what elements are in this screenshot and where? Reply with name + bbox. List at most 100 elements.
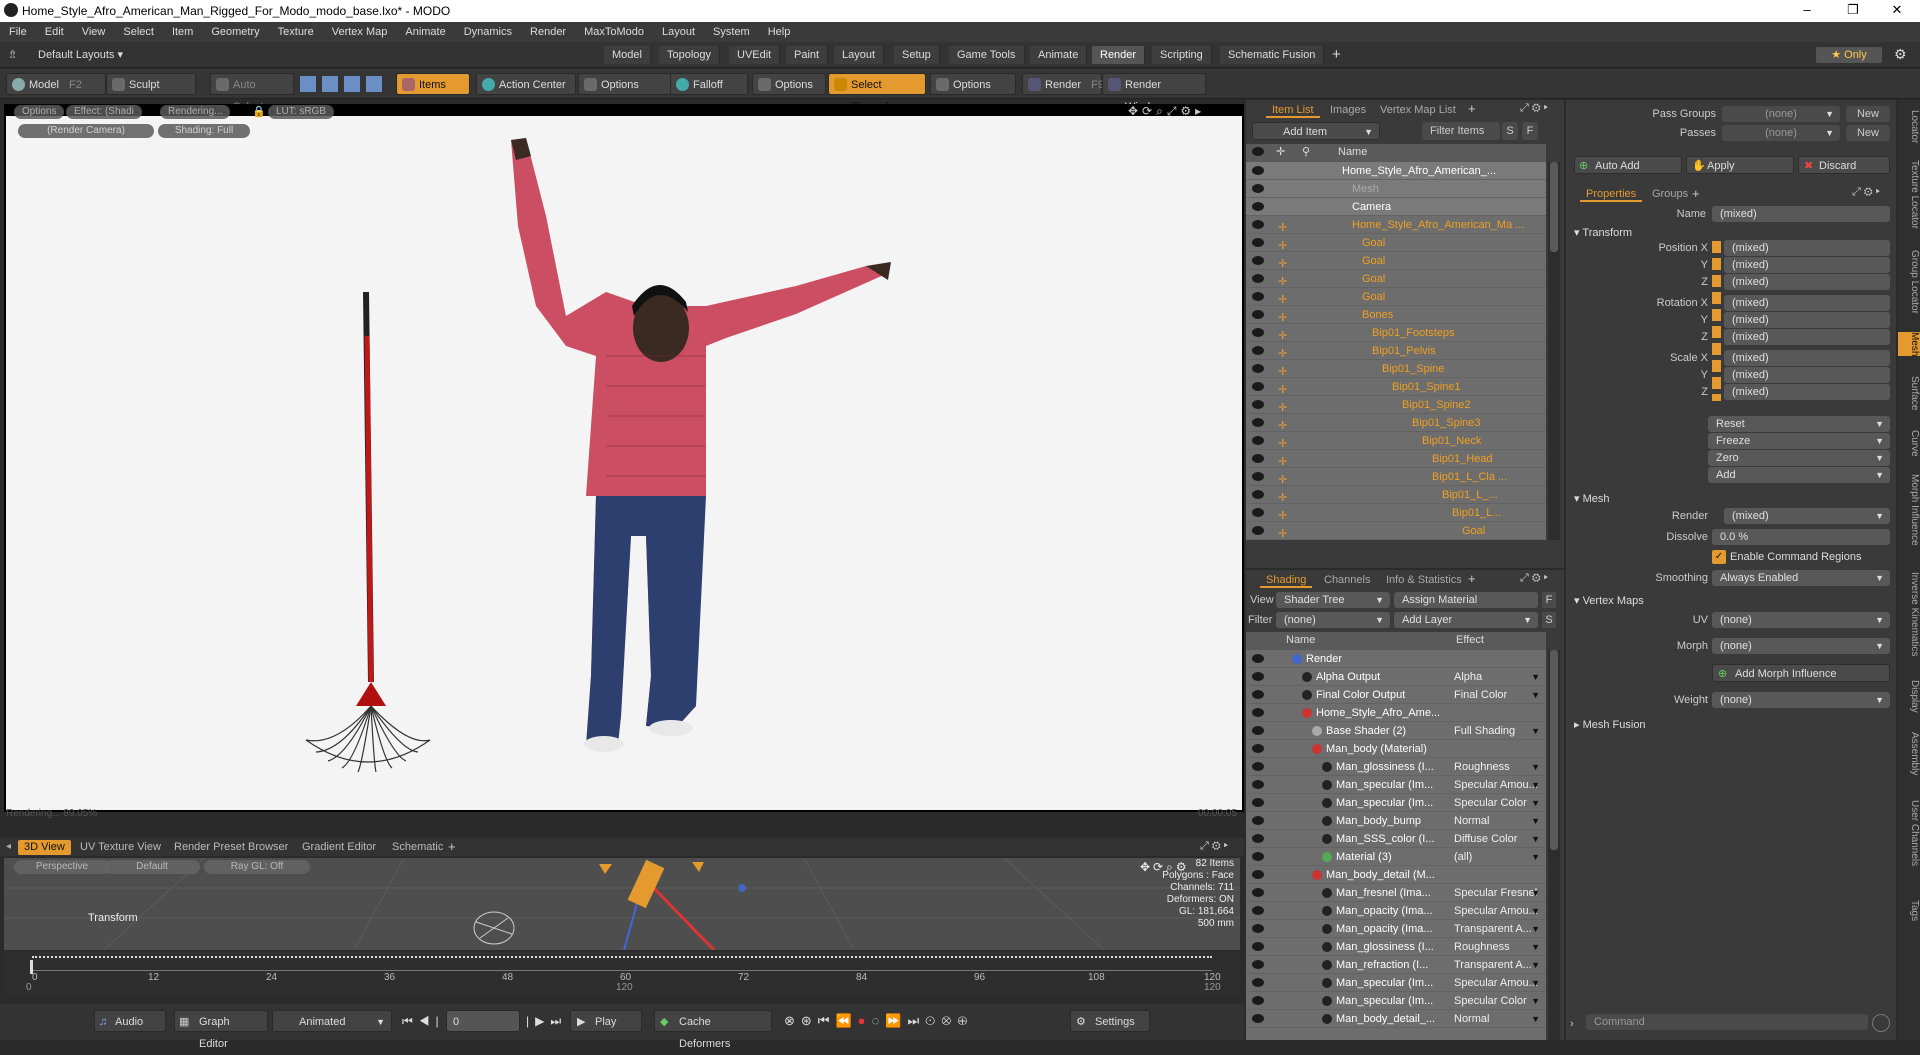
render-window-button[interactable]: Render Window	[1102, 73, 1206, 113]
menu-maxtomodo[interactable]: MaxToModo	[575, 26, 653, 38]
tab-render[interactable]: Render	[1092, 46, 1146, 64]
tab-model[interactable]: Model	[604, 46, 651, 64]
menu-item[interactable]: Item	[163, 26, 202, 38]
lock-icon[interactable]: ✛	[1278, 255, 1287, 269]
settings-button[interactable]: ⚙ Settings	[1070, 1010, 1150, 1032]
render-viewport[interactable]: Options Effect: (Shadi Rendering... 🔒 LU…	[4, 104, 1244, 819]
uv-dropdown[interactable]: (none) ▼	[1712, 612, 1890, 628]
add-morph-influence-button[interactable]: ⊕ Add Morph Influence	[1712, 664, 1890, 682]
weight-dropdown[interactable]: (none) ▼	[1712, 692, 1890, 708]
audio-button[interactable]: ♫ Audio	[94, 1010, 166, 1032]
transform-section[interactable]: ▾ Transform	[1574, 226, 1632, 239]
item-list-row[interactable]: Home_Style_Afro_American_...	[1246, 162, 1546, 180]
item-list-row[interactable]: ✛ Bip01_Spine3	[1246, 414, 1546, 432]
menu-help[interactable]: Help	[759, 26, 800, 38]
tab-uv-texture-view[interactable]: UV Texture View	[74, 840, 167, 855]
menu-select[interactable]: Select	[114, 26, 163, 38]
lock-icon[interactable]: ✛	[1278, 363, 1287, 377]
tab-info-statistics[interactable]: Info & Statistics	[1380, 572, 1468, 588]
eye-icon[interactable]	[1252, 220, 1264, 229]
tab-setup[interactable]: Setup	[894, 46, 940, 64]
tab-properties[interactable]: Properties	[1580, 186, 1643, 202]
shading-button[interactable]: Shading: Full	[158, 124, 250, 138]
lock-icon[interactable]: ✛	[1278, 345, 1287, 359]
lock-icon[interactable]: ✛	[1278, 507, 1287, 521]
add-dropdown[interactable]: Add ▼	[1708, 467, 1890, 483]
assign-material-button[interactable]: Assign Material	[1394, 592, 1538, 608]
tab-images[interactable]: Images	[1324, 102, 1372, 118]
chevron-down-icon[interactable]: ▼	[1531, 722, 1540, 739]
chevron-down-icon[interactable]: ▼	[1531, 668, 1540, 685]
lock-icon[interactable]: ✛	[1278, 273, 1287, 287]
eye-icon[interactable]	[1252, 346, 1264, 355]
view-dropdown[interactable]: Shader Tree ▼	[1276, 592, 1390, 608]
lock-icon[interactable]: ✛	[1278, 327, 1287, 341]
shader-tree-row[interactable]: Man_opacity (Ima... Transparent A... ▼	[1246, 920, 1546, 938]
shader-tree-row[interactable]: Man_glossiness (I... Roughness ▼	[1246, 758, 1546, 776]
command-history-icon[interactable]	[1872, 1014, 1890, 1032]
timeline[interactable]: 0 12 24 36 48 60 72 84 96 108 120 0 120 …	[4, 952, 1240, 994]
sidetab-morph-influence[interactable]: Morph Influence	[1898, 474, 1920, 546]
close-icon[interactable]: ✕	[1874, 0, 1920, 22]
item-list-row[interactable]: ✛ Goal	[1246, 252, 1546, 270]
enable-command-regions-checkbox[interactable]: ✓	[1712, 550, 1726, 564]
shader-layer-effect[interactable]: Full Shading	[1454, 722, 1515, 739]
options-button-3[interactable]: Options	[930, 73, 1016, 95]
chevron-down-icon[interactable]: ▼	[1531, 992, 1540, 1009]
shader-layer-effect[interactable]: Transparent A...	[1454, 920, 1532, 937]
item-list-row[interactable]: ✛ Bip01_L_...	[1246, 486, 1546, 504]
shader-layer-effect[interactable]: Transparent A...	[1454, 956, 1532, 973]
frame-field[interactable]: 0	[446, 1010, 520, 1032]
shader-layer-effect[interactable]: Normal	[1454, 1010, 1489, 1027]
passes-new-button[interactable]: New	[1846, 125, 1890, 141]
item-list-row[interactable]: ✛ Bip01_Head	[1246, 450, 1546, 468]
tab-uvedit[interactable]: UVEdit	[729, 46, 781, 64]
polygon-mode-icon[interactable]	[344, 76, 360, 92]
eye-icon[interactable]	[1252, 690, 1264, 699]
eye-icon[interactable]	[1252, 436, 1264, 445]
shader-tree-row[interactable]: Alpha Output Alpha ▼	[1246, 668, 1546, 686]
auto-select-button[interactable]: Auto Select	[210, 73, 294, 113]
chevron-down-icon[interactable]: ▼	[1531, 686, 1540, 703]
sidetab-user-channels[interactable]: User Channels	[1898, 800, 1920, 866]
tab-layout[interactable]: Layout	[834, 46, 885, 64]
item-list-row[interactable]: ✛ Bip01_L_Cla ...	[1246, 468, 1546, 486]
item-list-scrollbar[interactable]	[1548, 162, 1560, 540]
chevron-down-icon[interactable]: ▼	[1531, 938, 1540, 955]
cache-deformers-button[interactable]: ◆ Cache Deformers	[654, 1010, 772, 1050]
3d-view[interactable]: Perspective Default Ray GL: Off Transfor…	[4, 858, 1240, 950]
eye-icon[interactable]	[1252, 328, 1264, 337]
rotation-z-field[interactable]: (mixed)	[1724, 329, 1890, 345]
mesh-section[interactable]: ▾ Mesh	[1574, 492, 1609, 505]
scrollbar-thumb[interactable]	[1550, 162, 1558, 252]
shader-layer-effect[interactable]: Specular Amou...	[1454, 974, 1538, 991]
shader-layer-effect[interactable]: Roughness	[1454, 938, 1510, 955]
lock-icon[interactable]: 🔒	[252, 105, 266, 118]
visibility-column-icon[interactable]: ⚲	[1302, 145, 1310, 158]
eye-icon[interactable]	[1252, 418, 1264, 427]
sidetab-curve[interactable]: Curve	[1898, 430, 1920, 457]
panel-settings-icon[interactable]: ⤢⚙▸	[1852, 186, 1883, 199]
eye-icon[interactable]	[1252, 364, 1264, 373]
tab-paint[interactable]: Paint	[786, 46, 829, 64]
name-column-header[interactable]: Name	[1286, 634, 1315, 646]
eye-icon[interactable]	[1252, 184, 1264, 193]
tab-scripting[interactable]: Scripting	[1152, 46, 1212, 64]
viewport-options-button[interactable]: Options	[14, 105, 65, 119]
command-expand-icon[interactable]: ›	[1570, 1018, 1574, 1030]
shader-tree-row[interactable]: Man_fresnel (Ima... Specular Fresnel ▼	[1246, 884, 1546, 902]
tab-schematic[interactable]: Schematic	[386, 840, 449, 855]
tab-channels[interactable]: Channels	[1318, 572, 1376, 588]
eye-icon[interactable]	[1252, 400, 1264, 409]
lock-icon[interactable]: ✛	[1278, 453, 1287, 467]
menu-system[interactable]: System	[704, 26, 759, 38]
add-tab-icon[interactable]: +	[1692, 186, 1700, 201]
menu-dynamics[interactable]: Dynamics	[455, 26, 521, 38]
item-list-row[interactable]: ✛ Bip01_Spine	[1246, 360, 1546, 378]
sculpt-button[interactable]: Sculpt	[106, 73, 196, 95]
eye-icon[interactable]	[1252, 726, 1264, 735]
eye-icon[interactable]	[1252, 274, 1264, 283]
eye-icon[interactable]	[1252, 762, 1264, 771]
model-button[interactable]: Model F2	[6, 73, 106, 95]
item-list-row[interactable]: ✛ Bones	[1246, 306, 1546, 324]
